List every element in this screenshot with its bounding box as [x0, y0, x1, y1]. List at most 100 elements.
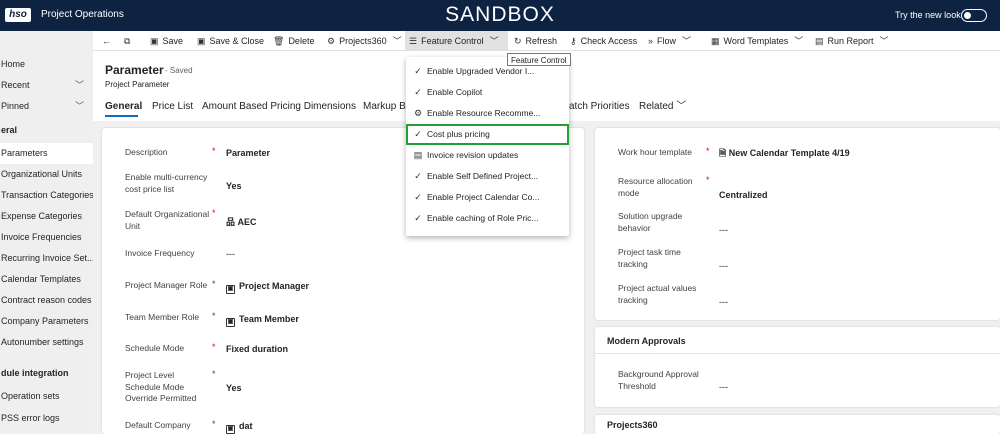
tab-general[interactable]: General: [105, 100, 142, 113]
sidebar-item-parameters[interactable]: Parameters: [0, 143, 93, 164]
sidebar-item-company-parameters[interactable]: Company Parameters: [0, 311, 93, 332]
multi-currency-field[interactable]: Yes: [226, 181, 242, 192]
pm-role-field[interactable]: ▣ Project Manager: [226, 281, 309, 294]
delete-button[interactable]: 🗑 Delete: [273, 31, 314, 51]
save-button[interactable]: ▣ Save: [150, 31, 183, 51]
menu-item-resource-recommendation[interactable]: ⚙ Enable Resource Recomme...: [406, 103, 569, 124]
sidebar-item-operation-sets[interactable]: Operation sets: [0, 386, 93, 407]
sidebar-item-pss-error-logs[interactable]: PSS error logs: [0, 408, 93, 429]
sidebar-item-pinned[interactable]: Pinned ﹀: [0, 96, 93, 117]
work-hour-template-label: Work hour template: [618, 147, 693, 157]
entity-name: Project Parameter: [105, 80, 170, 89]
top-bar: hso Project Operations SANDBOX Try the n…: [0, 0, 1000, 31]
chevron-down-icon: ﹀: [682, 36, 692, 46]
check-icon: ✓: [414, 87, 422, 97]
tab-related[interactable]: Related ﹀: [639, 100, 686, 113]
flow-icon: »: [648, 36, 654, 46]
back-button[interactable]: ←: [102, 31, 115, 51]
scheduling-section: Work hour template * 🗎 New Calendar Temp…: [595, 128, 1000, 320]
projects360-button[interactable]: ⚙ Projects360 ﹀: [327, 31, 406, 51]
tab-match-priorities[interactable]: atch Priorities: [569, 100, 630, 113]
tab-markup-based[interactable]: Markup Ba: [363, 100, 411, 113]
selected-tab-indicator: [105, 115, 138, 117]
required-indicator: *: [706, 146, 710, 156]
default-org-unit-field[interactable]: 品 AEC: [226, 217, 257, 228]
check-access-label: Check Access: [580, 36, 638, 46]
sidebar-item-recurring-invoice-setup[interactable]: Recurring Invoice Set...: [0, 248, 93, 269]
word-icon: ▦: [711, 36, 720, 46]
feature-control-tooltip: Feature Control: [507, 53, 571, 66]
lookup-record-icon: ▣: [226, 285, 235, 294]
tab-amount-based-pricing-dimensions[interactable]: Amount Based Pricing Dimensions: [202, 100, 356, 113]
flow-button[interactable]: » Flow ﹀: [648, 31, 695, 51]
sidebar-item-contract-reason-codes[interactable]: Contract reason codes: [0, 290, 93, 311]
new-look-toggle[interactable]: [961, 9, 987, 22]
actual-values-tracking-field[interactable]: ---: [719, 297, 728, 308]
work-hour-template-field[interactable]: 🗎 New Calendar Template 4/19: [719, 148, 850, 159]
save-icon: ▣: [150, 36, 159, 46]
feature-control-label: Feature Control: [421, 36, 484, 46]
sidebar-item-autonumber-settings[interactable]: Autonumber settings: [0, 332, 93, 353]
save-close-icon: ▣: [197, 36, 206, 46]
sidebar-item-calendar-templates[interactable]: Calendar Templates: [0, 269, 93, 290]
multi-currency-label: Enable multi-currency cost price list: [125, 172, 208, 194]
invoice-frequency-field[interactable]: ---: [226, 249, 235, 260]
sidebar-item-organizational-units[interactable]: Organizational Units: [0, 164, 93, 185]
description-field[interactable]: Parameter: [226, 148, 270, 159]
chevron-down-icon: ﹀: [489, 36, 499, 46]
refresh-button[interactable]: ↻ Refresh: [514, 31, 557, 51]
menu-item-self-defined-project[interactable]: ✓ Enable Self Defined Project...: [406, 166, 569, 187]
task-time-tracking-field[interactable]: ---: [719, 261, 728, 272]
menu-item-invoice-revision[interactable]: ▤ Invoice revision updates: [406, 145, 569, 166]
refresh-label: Refresh: [525, 36, 558, 46]
check-access-button[interactable]: ⚷ Check Access: [570, 31, 637, 51]
sidebar-item-invoice-frequencies[interactable]: Invoice Frequencies: [0, 227, 93, 248]
feature-control-button[interactable]: ☰ Feature Control ﹀: [405, 31, 508, 51]
save-close-button[interactable]: ▣ Save & Close: [197, 31, 264, 51]
run-report-button[interactable]: ▤ Run Report ﹀: [815, 31, 893, 51]
lookup-record-icon: ▣: [226, 425, 235, 434]
refresh-icon: ↻: [514, 36, 522, 46]
menu-item-label: Invoice revision updates: [427, 150, 519, 160]
sidebar-item-recent[interactable]: Recent ﹀: [0, 75, 93, 96]
default-org-unit-value: AEC: [237, 217, 257, 227]
background-approval-field[interactable]: ---: [719, 382, 728, 393]
required-indicator: *: [706, 175, 710, 185]
default-company-field[interactable]: ▣ dat: [226, 421, 253, 434]
pm-role-value: Project Manager: [239, 281, 310, 291]
menu-item-enable-copilot[interactable]: ✓ Enable Copilot: [406, 82, 569, 103]
pm-role-label: Project Manager Role: [125, 280, 208, 290]
menu-item-label: Enable Project Calendar Co...: [427, 192, 540, 202]
resource-allocation-field[interactable]: Centralized: [719, 190, 768, 201]
open-new-window-button[interactable]: ⧉: [124, 31, 134, 51]
section-divider: [595, 353, 1000, 354]
check-icon: ✓: [414, 171, 422, 181]
default-company-value: dat: [239, 421, 253, 431]
sidebar-item-expense-categories[interactable]: Expense Categories: [0, 206, 93, 227]
solution-upgrade-field[interactable]: ---: [719, 225, 728, 236]
page-title: Parameter: [105, 63, 164, 77]
save-close-label: Save & Close: [209, 36, 265, 46]
menu-item-role-price-caching[interactable]: ✓ Enable caching of Role Pric...: [406, 208, 569, 229]
sidebar-item-transaction-categories[interactable]: Transaction Categories: [0, 185, 93, 206]
key-icon: ⚷: [570, 36, 577, 46]
actual-values-tracking-label: Project actual values tracking: [618, 283, 697, 305]
required-indicator: *: [212, 369, 216, 379]
team-member-role-field[interactable]: ▣ Team Member: [226, 314, 299, 327]
sidebar-item-home[interactable]: Home: [0, 54, 93, 75]
menu-item-project-calendar[interactable]: ✓ Enable Project Calendar Co...: [406, 187, 569, 208]
task-time-tracking-label: Project task time tracking: [618, 247, 681, 269]
chevron-down-icon: ﹀: [392, 36, 402, 46]
tab-related-label: Related: [639, 101, 674, 112]
work-hour-template-value: New Calendar Template 4/19: [728, 148, 850, 158]
word-templates-button[interactable]: ▦ Word Templates ﹀: [711, 31, 807, 51]
schedule-mode-label: Schedule Mode: [125, 343, 185, 353]
sliders-icon: ☰: [409, 36, 418, 46]
schedule-override-field[interactable]: Yes: [226, 383, 242, 394]
tab-price-list[interactable]: Price List: [152, 100, 193, 113]
chevron-down-icon: ﹀: [74, 101, 84, 111]
schedule-mode-field[interactable]: Fixed duration: [226, 344, 288, 355]
highlight-box: [406, 124, 569, 145]
required-indicator: *: [212, 208, 216, 218]
resource-allocation-label: Resource allocation mode: [618, 176, 693, 198]
